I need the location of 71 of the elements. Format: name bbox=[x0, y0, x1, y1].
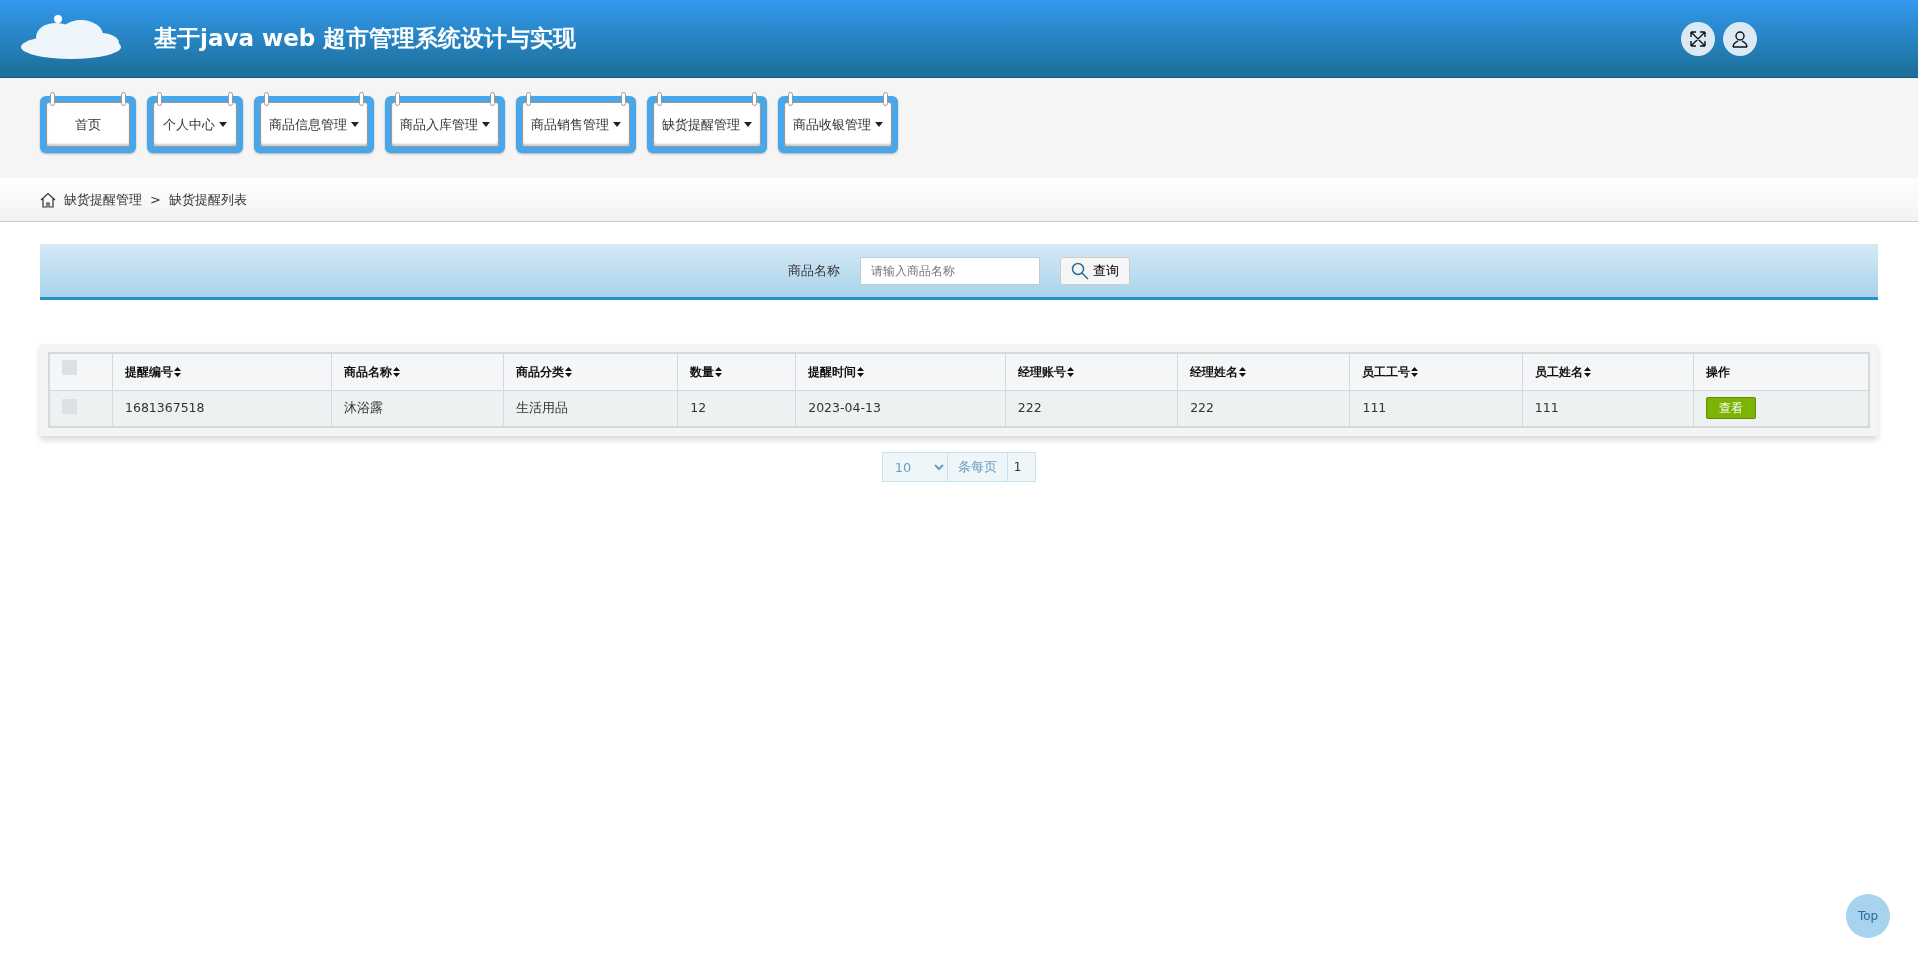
breadcrumb-item: 缺货提醒列表 bbox=[168, 190, 247, 209]
column-header[interactable]: 员工姓名 bbox=[1534, 364, 1583, 379]
table-cell: 2023-04-13 bbox=[808, 399, 881, 415]
menu-dropdown[interactable]: 商品信息管理 bbox=[260, 102, 368, 147]
column-header[interactable]: 数量 bbox=[690, 364, 715, 379]
column-header[interactable]: 经理账号 bbox=[1017, 364, 1066, 379]
caret-icon bbox=[875, 122, 883, 127]
sort-icon[interactable] bbox=[1066, 367, 1074, 378]
caret-icon bbox=[613, 122, 621, 127]
sort-icon[interactable] bbox=[1411, 367, 1419, 378]
table-cell: 12 bbox=[690, 399, 707, 415]
page-number[interactable]: 1 bbox=[1007, 452, 1037, 482]
binder-ring-icon bbox=[50, 92, 55, 106]
menu-dropdown[interactable]: 商品入库管理 bbox=[391, 102, 499, 147]
search-button[interactable]: 查询 bbox=[1060, 256, 1130, 285]
binder-ring-icon bbox=[490, 92, 495, 106]
caret-icon bbox=[219, 122, 227, 127]
table-cell: 222 bbox=[1190, 399, 1214, 415]
binder-ring-icon bbox=[228, 92, 233, 106]
binder-ring-icon bbox=[752, 92, 757, 106]
column-header[interactable]: 商品名称 bbox=[343, 364, 392, 379]
sort-icon[interactable] bbox=[174, 367, 181, 378]
table-cell: 1681367518 bbox=[125, 399, 205, 415]
sort-icon[interactable] bbox=[1239, 367, 1247, 378]
binder-ring-icon bbox=[121, 92, 126, 106]
sort-icon[interactable] bbox=[392, 367, 400, 378]
menu-dropdown[interactable]: 个人中心 bbox=[153, 102, 237, 147]
user-icon bbox=[1730, 28, 1750, 49]
per-page-label: 条每页 bbox=[947, 452, 1008, 482]
column-header[interactable]: 员工工号 bbox=[1362, 364, 1411, 379]
binder-ring-icon bbox=[621, 92, 626, 106]
sort-icon[interactable] bbox=[715, 367, 723, 378]
menu-tab[interactable]: 首页 bbox=[46, 102, 130, 147]
menu-dropdown[interactable]: 商品收银管理 bbox=[784, 102, 892, 147]
breadcrumb-separator: > bbox=[150, 190, 161, 209]
caret-icon bbox=[351, 122, 359, 127]
column-header[interactable]: 商品分类 bbox=[515, 364, 564, 379]
table-cell: 生活用品 bbox=[515, 399, 568, 415]
sort-icon[interactable] bbox=[564, 367, 572, 378]
column-header: 操作 bbox=[1706, 364, 1731, 379]
column-header[interactable]: 经理姓名 bbox=[1190, 364, 1239, 379]
binder-ring-icon bbox=[157, 92, 162, 106]
binder-ring-icon bbox=[526, 92, 531, 106]
menu-dropdown[interactable]: 商品销售管理 bbox=[522, 102, 630, 147]
caret-icon bbox=[744, 122, 752, 127]
user-button[interactable] bbox=[1723, 21, 1757, 56]
breadcrumb-item[interactable]: 缺货提醒管理 bbox=[64, 189, 142, 210]
column-header[interactable]: 提醒编号 bbox=[125, 364, 173, 379]
binder-ring-icon bbox=[788, 92, 793, 106]
fullscreen-button[interactable] bbox=[1681, 21, 1715, 56]
home-icon bbox=[40, 191, 56, 208]
app-title: 基于java web 超市管理系统设计与实现 bbox=[154, 24, 577, 54]
column-header[interactable]: 提醒时间 bbox=[808, 364, 857, 379]
binder-ring-icon bbox=[264, 92, 269, 106]
binder-ring-icon bbox=[657, 92, 662, 106]
search-label: 商品名称 bbox=[788, 261, 840, 280]
binder-ring-icon bbox=[395, 92, 400, 106]
binder-ring-icon bbox=[883, 92, 888, 106]
binder-ring-icon bbox=[359, 92, 364, 106]
search-field[interactable]: 请输入商品名称 bbox=[860, 256, 1040, 285]
expand-icon bbox=[1688, 28, 1708, 49]
table-cell: 111 bbox=[1534, 399, 1559, 415]
caret-icon bbox=[482, 122, 490, 127]
sort-icon[interactable] bbox=[857, 367, 865, 378]
table-cell: 111 bbox=[1362, 399, 1387, 415]
search-icon bbox=[1071, 261, 1089, 280]
table-cell: 222 bbox=[1017, 399, 1042, 415]
table-cell: 沐浴露 bbox=[343, 399, 383, 415]
sort-icon[interactable] bbox=[1583, 367, 1591, 378]
menu-dropdown[interactable]: 缺货提醒管理 bbox=[653, 102, 761, 147]
back-to-top-button[interactable]: Top bbox=[1846, 894, 1890, 938]
